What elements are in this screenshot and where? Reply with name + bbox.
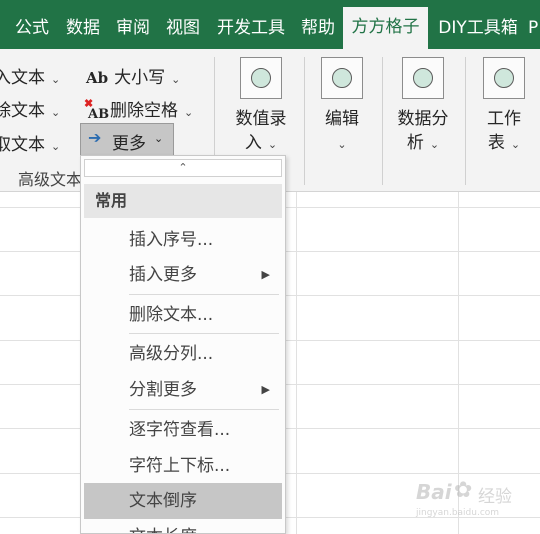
menu-section-header: 常用 [84,184,282,218]
menu-item-insert-sequence[interactable]: 插入序号... [84,222,282,258]
group-label-advanced-text: 高级文本 [18,170,83,189]
group-separator [465,57,466,185]
circle-icon [402,57,444,99]
chevron-down-icon: ⌄ [51,140,61,153]
delete-space-button[interactable]: ✖ AB 删除空格 ⌄ [84,96,194,122]
grid-col-line [296,192,297,534]
extract-text-button[interactable]: 取文本 ⌄ [0,130,60,155]
insert-text-label: 入文本 [0,68,45,88]
grid-col-line [458,192,459,534]
menu-item-char-view[interactable]: 逐字符查看... [84,412,282,448]
delete-space-label: 删除空格 [110,101,178,121]
menu-item-text-length[interactable]: 文本长度 [84,519,282,533]
chevron-down-icon: ⌄ [51,73,61,86]
more-button[interactable]: ➔ 更多 ⌄ [80,123,174,156]
group-separator [304,57,305,185]
submenu-arrow-icon: ▶ [261,383,270,396]
chevron-down-icon: ⌄ [267,138,278,151]
menu-separator [129,409,279,410]
menu-item-insert-more[interactable]: 插入更多 ▶ [84,257,282,293]
chevron-down-icon: ⌄ [184,106,194,119]
arrow-right-icon: ➔ [88,128,102,147]
insert-text-button[interactable]: 入文本 ⌄ [0,63,60,88]
menu-item-label: 分割更多 [129,380,197,400]
circle-icon [240,57,282,99]
menu-item-delete-text[interactable]: 删除文本... [84,297,282,333]
edit-label: 编辑 ⌄ [325,109,359,151]
data-analysis-label: 数据分 析 ⌄ [397,109,449,153]
worksheet-label: 工作 表 ⌄ [487,109,521,153]
delete-text-button[interactable]: 除文本 ⌄ [0,96,60,121]
tab-developer[interactable]: 开发工具 [208,8,294,49]
menu-separator [129,333,279,334]
delete-space-icon: ✖ AB [84,97,110,122]
circle-icon [483,57,525,99]
group-separator [382,57,383,185]
ribbon-tab-bar: 公式 数据 审阅 视图 开发工具 帮助 方方格子 DIY工具箱 P [0,0,540,49]
chevron-up-icon: ⌃ [178,161,188,174]
menu-item-split-more[interactable]: 分割更多 ▶ [84,372,282,408]
menu-separator [129,294,279,295]
menu-item-advanced-split[interactable]: 高级分列... [84,336,282,372]
menu-item-label: 插入更多 [129,265,197,285]
tab-diy-toolbox[interactable]: DIY工具箱 [428,8,528,49]
extract-text-label: 取文本 [0,135,45,155]
tab-formulas[interactable]: 公式 [6,8,58,49]
number-entry-label: 数值录 入 ⌄ [235,109,287,153]
tab-help[interactable]: 帮助 [294,8,342,49]
circle-icon [321,57,363,99]
tab-fangfang-gezi[interactable]: 方方格子 [343,7,428,49]
chevron-down-icon: ⌄ [337,138,347,151]
tab-overflow[interactable]: P [528,8,540,49]
menu-item-superscript-subscript[interactable]: 字符上下标... [84,448,282,484]
submenu-arrow-icon: ▶ [261,268,270,281]
case-ab-icon: Ab [86,69,109,87]
chevron-down-icon: ⌄ [171,73,181,86]
chevron-down-icon: ⌄ [51,106,61,119]
more-label: 更多 [112,134,146,154]
chevron-down-icon: ⌄ [510,138,521,151]
delete-text-label: 除文本 [0,101,45,121]
chevron-down-icon: ⌄ [154,132,164,145]
tab-view[interactable]: 视图 [158,8,208,49]
chevron-down-icon: ⌄ [429,138,440,151]
menu-item-reverse-text[interactable]: 文本倒序 [84,483,282,519]
case-button[interactable]: Ab 大小写 ⌄ [86,63,180,88]
tab-review[interactable]: 审阅 [108,8,158,49]
case-label: 大小写 [114,68,166,88]
tab-data[interactable]: 数据 [58,8,108,49]
more-dropdown-menu: ⌃ 常用 插入序号... 插入更多 ▶ 删除文本... 高级分列... 分割更多 ▶… [80,155,286,534]
scroll-up-button[interactable]: ⌃ [84,159,282,177]
